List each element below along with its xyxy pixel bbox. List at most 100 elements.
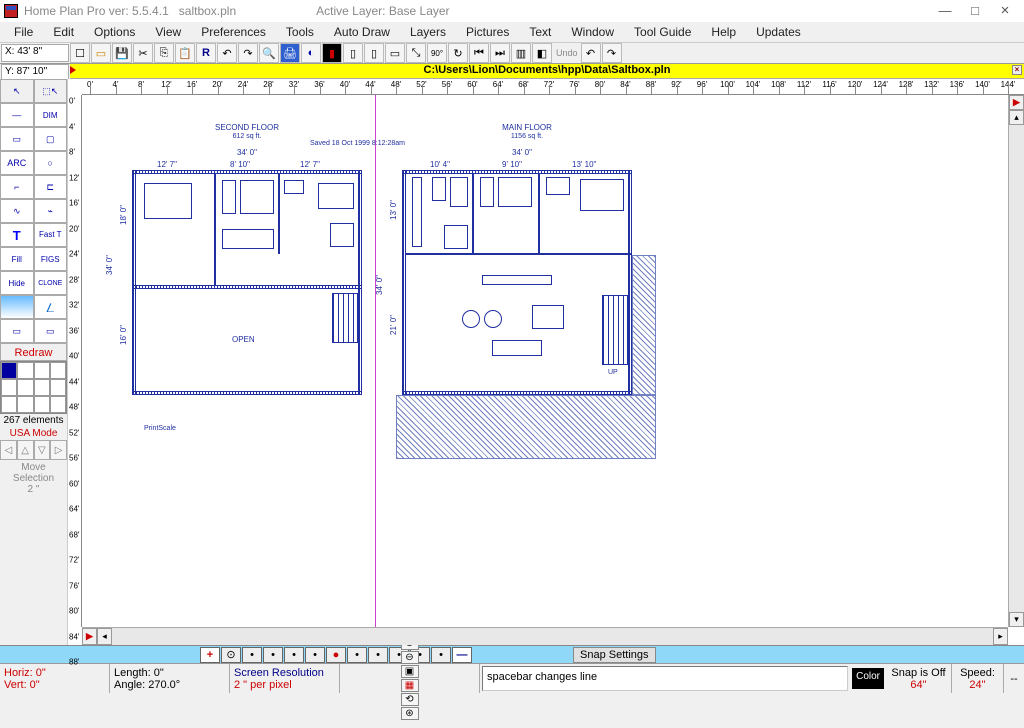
rotate-button[interactable]: 90° bbox=[427, 43, 447, 63]
tool-x2[interactable]: ⎳ bbox=[34, 295, 68, 319]
paste-button[interactable]: 📋 bbox=[175, 43, 195, 63]
menu-toolguide[interactable]: Tool Guide bbox=[624, 23, 701, 41]
zoom-next-button[interactable]: ⊛ bbox=[401, 707, 419, 720]
snap-dot-3[interactable]: • bbox=[263, 647, 283, 663]
rewind-button[interactable]: ⏮ bbox=[469, 43, 489, 63]
zoom-prev-button[interactable]: ⟲ bbox=[401, 693, 419, 706]
redo-button[interactable]: ↷ bbox=[602, 43, 622, 63]
scale-button[interactable]: ◧ bbox=[532, 43, 552, 63]
wall-tool[interactable]: ▭ bbox=[0, 127, 34, 151]
menu-autodraw[interactable]: Auto Draw bbox=[324, 23, 400, 41]
zoom-fit-button[interactable]: ▣ bbox=[401, 665, 419, 678]
rect-tool[interactable]: ▢ bbox=[34, 127, 68, 151]
scroll-left-red-icon[interactable]: ▶ bbox=[82, 628, 97, 645]
copy-button[interactable]: ⎘ bbox=[154, 43, 174, 63]
arc-tool[interactable]: ARC bbox=[0, 151, 34, 175]
save-button[interactable]: 💾 bbox=[112, 43, 132, 63]
menu-options[interactable]: Options bbox=[84, 23, 145, 41]
refresh-button[interactable]: ↻ bbox=[448, 43, 468, 63]
open-button[interactable]: ▭ bbox=[91, 43, 111, 63]
color-button[interactable]: Color bbox=[852, 668, 884, 689]
dim-tool[interactable]: DIM bbox=[34, 103, 68, 127]
tool-a[interactable]: ◐ bbox=[301, 43, 321, 63]
menu-tools[interactable]: Tools bbox=[276, 23, 324, 41]
text-tool[interactable]: T bbox=[0, 223, 34, 247]
new-button[interactable]: ☐ bbox=[70, 43, 90, 63]
scroll-right-icon[interactable]: ▸ bbox=[993, 628, 1008, 645]
menu-text[interactable]: Text bbox=[519, 23, 561, 41]
arrow-tool[interactable]: ↖ bbox=[0, 79, 34, 103]
resize-button[interactable]: ⤡ bbox=[406, 43, 426, 63]
snap-dot-1[interactable]: ⊙ bbox=[221, 647, 241, 663]
curve-tool[interactable]: ∿ bbox=[0, 199, 34, 223]
close-button[interactable]: × bbox=[990, 1, 1020, 21]
nudge-left[interactable]: ◁ bbox=[0, 440, 17, 460]
window-tool[interactable]: ⊏ bbox=[34, 175, 68, 199]
snap-plus-button[interactable]: + bbox=[200, 647, 220, 663]
menu-view[interactable]: View bbox=[145, 23, 191, 41]
drawing-canvas[interactable]: SECOND FLOOR 612 sq ft. 34' 0" 12' 7" 8'… bbox=[82, 95, 1008, 627]
mirror-button[interactable]: ▥ bbox=[511, 43, 531, 63]
print-button[interactable]: 🖨 bbox=[280, 43, 300, 63]
zoom-region-button[interactable]: ▦ bbox=[401, 679, 419, 692]
tool-y2[interactable]: ▭ bbox=[34, 319, 68, 343]
menu-file[interactable]: File bbox=[4, 23, 43, 41]
menu-layers[interactable]: Layers bbox=[400, 23, 456, 41]
spline-tool[interactable]: ⌁ bbox=[34, 199, 68, 223]
vertical-scrollbar[interactable]: ▶ ▴ ▾ bbox=[1008, 95, 1024, 627]
snap-dot-6[interactable]: ● bbox=[326, 647, 346, 663]
tool-b[interactable]: ▮ bbox=[322, 43, 342, 63]
lasso-tool[interactable]: ⬚↖ bbox=[34, 79, 68, 103]
horizontal-scrollbar[interactable]: ▶ ◂ ▸ bbox=[82, 627, 1008, 645]
status-horiz: Horiz: 0" bbox=[4, 667, 105, 679]
fill-tool[interactable]: Fill bbox=[0, 247, 34, 271]
main-toolbar: X: 43' 8" ☐ ▭ 💾 ✂ ⎘ 📋 R ↶ ↷ 🔍 🖨 ◐ ▮ ▯ ▯ … bbox=[0, 42, 1024, 64]
menu-preferences[interactable]: Preferences bbox=[191, 23, 276, 41]
snap-dot-11[interactable]: • bbox=[431, 647, 451, 663]
undo-arrow-button[interactable]: ↶ bbox=[217, 43, 237, 63]
redo-arrow-button[interactable]: ↷ bbox=[238, 43, 258, 63]
scroll-up-red-icon[interactable]: ▶ bbox=[1009, 95, 1024, 110]
zoom-button[interactable]: 🔍 bbox=[259, 43, 279, 63]
snap-dot-7[interactable]: • bbox=[347, 647, 367, 663]
scroll-down-icon[interactable]: ▾ bbox=[1009, 612, 1024, 627]
snap-minus-button[interactable]: — bbox=[452, 647, 472, 663]
line-tool[interactable]: — bbox=[0, 103, 34, 127]
door-tool[interactable]: ⌐ bbox=[0, 175, 34, 199]
undo-button[interactable]: ↶ bbox=[581, 43, 601, 63]
scroll-left-icon[interactable]: ◂ bbox=[97, 628, 112, 645]
tool-x1[interactable] bbox=[0, 295, 34, 319]
maximize-button[interactable]: □ bbox=[960, 1, 990, 21]
circle-tool[interactable]: ○ bbox=[34, 151, 68, 175]
path-close-button[interactable]: × bbox=[1012, 65, 1022, 75]
minimize-button[interactable]: — bbox=[930, 1, 960, 21]
nudge-down[interactable]: ▽ bbox=[34, 440, 51, 460]
redraw-button[interactable]: Redraw bbox=[0, 343, 67, 361]
scroll-up-icon[interactable]: ▴ bbox=[1009, 110, 1024, 125]
fast-text-tool[interactable]: Fast T bbox=[34, 223, 68, 247]
color-palette[interactable] bbox=[0, 361, 67, 414]
snap-dot-8[interactable]: • bbox=[368, 647, 388, 663]
snap-dot-5[interactable]: • bbox=[305, 647, 325, 663]
menu-window[interactable]: Window bbox=[561, 23, 624, 41]
insert-h-button[interactable]: ▭ bbox=[385, 43, 405, 63]
forward-button[interactable]: ⏭ bbox=[490, 43, 510, 63]
hide-tool[interactable]: Hide bbox=[0, 271, 34, 295]
zoom-out-button[interactable]: ⊖ bbox=[401, 651, 419, 664]
flip-h-button[interactable]: ▯ bbox=[343, 43, 363, 63]
menu-edit[interactable]: Edit bbox=[43, 23, 84, 41]
snap-dot-2[interactable]: • bbox=[242, 647, 262, 663]
tool-y1[interactable]: ▭ bbox=[0, 319, 34, 343]
clone-tool[interactable]: CLONE bbox=[34, 271, 68, 295]
menu-updates[interactable]: Updates bbox=[746, 23, 811, 41]
menu-help[interactable]: Help bbox=[701, 23, 746, 41]
restore-button[interactable]: R bbox=[196, 43, 216, 63]
figures-tool[interactable]: FIGS bbox=[34, 247, 68, 271]
menu-pictures[interactable]: Pictures bbox=[456, 23, 519, 41]
nudge-right[interactable]: ▷ bbox=[50, 440, 67, 460]
snap-dot-4[interactable]: • bbox=[284, 647, 304, 663]
cut-button[interactable]: ✂ bbox=[133, 43, 153, 63]
snap-settings-button[interactable]: Snap Settings bbox=[573, 647, 656, 663]
nudge-up[interactable]: △ bbox=[17, 440, 34, 460]
insert-v-button[interactable]: ▯ bbox=[364, 43, 384, 63]
